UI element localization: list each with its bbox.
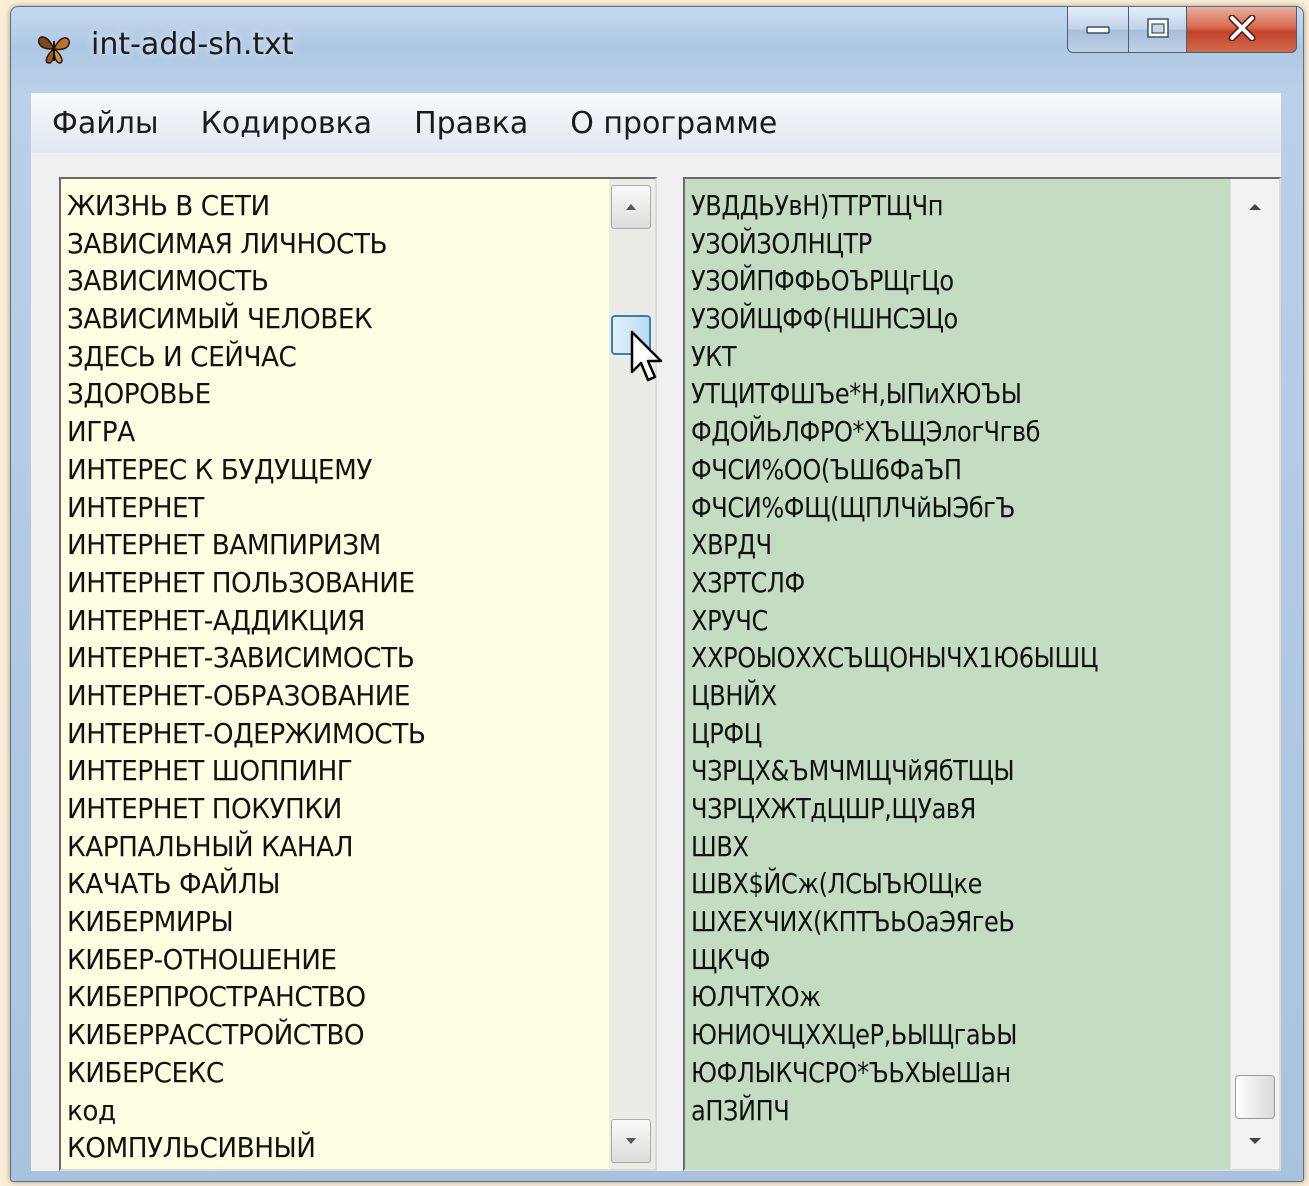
list-item[interactable]: ЧЗРЦХЖТдЦШР,ЩУавЯ xyxy=(691,790,1098,828)
list-item[interactable]: ЮЛЧТХОж xyxy=(691,978,1098,1016)
list-item[interactable]: КИБЕРСЕКС xyxy=(67,1054,425,1092)
arrow-down-icon xyxy=(625,1133,637,1149)
list-item[interactable]: ИНТЕРНЕТ ПОЛЬЗОВАНИЕ xyxy=(67,564,425,602)
title-bar[interactable]: int-add-sh.txt xyxy=(11,7,1303,87)
window-controls xyxy=(1067,7,1297,53)
minimize-button[interactable] xyxy=(1067,7,1129,53)
close-icon xyxy=(1227,14,1257,45)
list-item[interactable]: ЮНИОЧЦХХЦеР,ЬЫЩгаЬЫ xyxy=(691,1016,1098,1054)
menu-about[interactable]: О программе xyxy=(549,106,798,141)
list-item[interactable]: КОМПУЛЬСИВНЫЙ xyxy=(67,1129,425,1167)
list-item[interactable]: ЧЗРЦХ&ЪМЧМЩЧйЯбТЩЫ xyxy=(691,752,1098,790)
maximize-icon xyxy=(1146,17,1170,43)
menu-files[interactable]: Файлы xyxy=(31,106,180,141)
application-window: int-add-sh.txt Файлы Кодировка Правка О … xyxy=(10,6,1304,1182)
list-item[interactable]: КИБЕРПРОСТРАНСТВО xyxy=(67,978,425,1016)
list-item[interactable]: ИГРА xyxy=(67,413,425,451)
list-item[interactable]: УЗОЙЗОЛНЦТР xyxy=(691,225,1098,263)
list-item[interactable]: ХВРДЧ xyxy=(691,526,1098,564)
mouse-pointer-icon xyxy=(628,330,668,384)
list-item[interactable]: ЖИЗНЬ В СЕТИ xyxy=(67,187,425,225)
list-item[interactable]: ЦРФЦ xyxy=(691,715,1098,753)
list-item[interactable]: ИНТЕРНЕТ-АДДИКЦИЯ xyxy=(67,602,425,640)
window-title: int-add-sh.txt xyxy=(91,27,294,62)
plain-text-rows: ЖИЗНЬ В СЕТИ ЗАВИСИМАЯ ЛИЧНОСТЬ ЗАВИСИМОСТ… xyxy=(67,187,448,1167)
list-item[interactable]: УКТ xyxy=(691,338,1098,376)
left-scrollbar[interactable] xyxy=(609,179,655,1169)
list-item[interactable]: ИНТЕРЕС К БУДУЩЕМУ xyxy=(67,451,425,489)
list-item[interactable]: КАРПАЛЬНЫЙ КАНАЛ xyxy=(67,828,425,866)
list-item[interactable]: ЩКЧФ xyxy=(691,941,1098,979)
arrow-down-icon xyxy=(1248,1133,1262,1149)
list-item[interactable]: ШХЕХЧИХ(КПТЪЬОаЭЯгеЬ xyxy=(691,903,1098,941)
list-item[interactable]: ЗАВИСИМЫЙ ЧЕЛОВЕК xyxy=(67,300,425,338)
list-item[interactable]: аПЗЙПЧ xyxy=(691,1092,1098,1130)
list-item[interactable]: ИНТЕРНЕТ ШОППИНГ xyxy=(67,752,425,790)
list-item[interactable]: УТЦИТФШЪе*Н,ЫПиХЮЪЫ xyxy=(691,375,1098,413)
list-item[interactable]: ИНТЕРНЕТ ВАМПИРИЗМ xyxy=(67,526,425,564)
list-item[interactable]: ЗАВИСИМОСТЬ xyxy=(67,262,425,300)
minimize-icon xyxy=(1085,20,1111,39)
list-item[interactable]: ИНТЕРНЕТ xyxy=(67,489,425,527)
list-item[interactable]: КАЧАТЬ ФАЙЛЫ xyxy=(67,865,425,903)
list-item[interactable]: УВДДЬУвН)ТТРТЩЧп xyxy=(691,187,1098,225)
list-item[interactable]: ХХРОЫОХХСЪЩОНЫЧХ1Ю6ЫШЦ xyxy=(691,639,1098,677)
list-item[interactable]: ХЗРТСЛФ xyxy=(691,564,1098,602)
right-scroll-thumb[interactable] xyxy=(1235,1075,1275,1119)
list-item[interactable]: ИНТЕРНЕТ-ОДЕРЖИМОСТЬ xyxy=(67,715,426,753)
list-item[interactable]: ЗАВИСИМАЯ ЛИЧНОСТЬ xyxy=(67,225,425,263)
close-button[interactable] xyxy=(1187,7,1297,53)
list-item[interactable]: код xyxy=(67,1092,425,1130)
butterfly-icon[interactable] xyxy=(35,29,73,67)
right-scrollbar[interactable] xyxy=(1230,179,1279,1169)
list-item[interactable]: ФЧСИ%ФЩ(ЩПЛЧйЫЭбгЪ xyxy=(691,489,1098,527)
arrow-up-icon xyxy=(625,199,637,215)
menu-encoding[interactable]: Кодировка xyxy=(180,106,393,141)
list-item[interactable]: ИНТЕРНЕТ-ЗАВИСИМОСТЬ xyxy=(67,639,425,677)
list-item[interactable]: УЗОЙЩФФ(НШНСЭЦо xyxy=(691,300,1098,338)
list-item[interactable]: ФЧСИ%ОО(ЪШ6ФаЪП xyxy=(691,451,1098,489)
right-scroll-down-button[interactable] xyxy=(1235,1119,1275,1163)
list-item[interactable]: ЗДЕСЬ И СЕЙЧАС xyxy=(67,338,425,376)
list-item[interactable]: ИНТЕРНЕТ-ОБРАЗОВАНИЕ xyxy=(67,677,425,715)
list-item[interactable]: ХРУЧС xyxy=(691,602,1098,640)
list-item[interactable]: КИБЕРРАССТРОЙСТВО xyxy=(67,1016,425,1054)
menu-edit[interactable]: Правка xyxy=(393,106,549,141)
list-item[interactable]: КИБЕРМИРЫ xyxy=(67,903,425,941)
list-item[interactable]: КИБЕР-ОТНОШЕНИЕ xyxy=(67,941,425,979)
arrow-up-icon xyxy=(1248,199,1262,215)
list-item[interactable]: ЦВНЙХ xyxy=(691,677,1098,715)
list-item[interactable]: ШВХ xyxy=(691,828,1098,866)
client-area: ЖИЗНЬ В СЕТИ ЗАВИСИМАЯ ЛИЧНОСТЬ ЗАВИСИМОСТ… xyxy=(31,153,1281,1171)
encoded-text-list[interactable]: УВДДЬУвН)ТТРТЩЧп УЗОЙЗОЛНЦТР УЗОЙПФФЬОЪРЩг… xyxy=(683,177,1281,1171)
left-scroll-up-button[interactable] xyxy=(611,185,651,229)
right-scroll-up-button[interactable] xyxy=(1235,185,1275,229)
list-item[interactable]: ЮФЛЫКЧСРО*ЪЬХЫеШан xyxy=(691,1054,1098,1092)
menu-bar: Файлы Кодировка Правка О программе xyxy=(31,93,1281,154)
left-scroll-down-button[interactable] xyxy=(611,1119,651,1163)
maximize-button[interactable] xyxy=(1129,7,1187,53)
list-item[interactable]: ИНТЕРНЕТ ПОКУПКИ xyxy=(67,790,425,828)
list-item[interactable]: УЗОЙПФФЬОЪРЩгЦо xyxy=(691,262,1098,300)
list-item[interactable]: ШВХ$ЙСж(ЛСЫЪЮЩке xyxy=(691,865,1098,903)
encoded-text-rows: УВДДЬУвН)ТТРТЩЧп УЗОЙЗОЛНЦТР УЗОЙПФФЬОЪРЩг… xyxy=(691,187,1164,1129)
list-item[interactable]: ЗДОРОВЬЕ xyxy=(67,375,425,413)
list-item[interactable]: ФДОЙЬЛФРО*ХЪЩЭлогЧгвб xyxy=(691,413,1098,451)
plain-text-list[interactable]: ЖИЗНЬ В СЕТИ ЗАВИСИМАЯ ЛИЧНОСТЬ ЗАВИСИМОСТ… xyxy=(59,177,657,1171)
